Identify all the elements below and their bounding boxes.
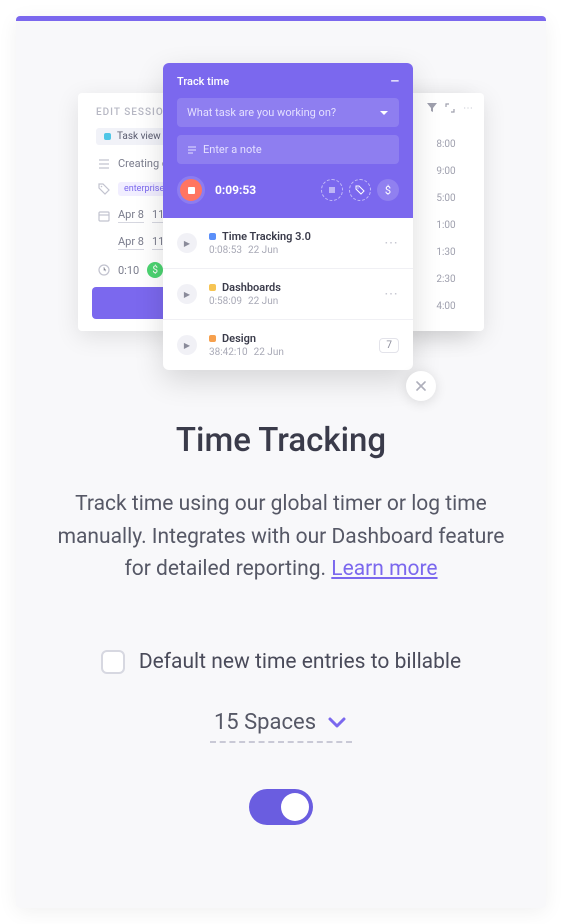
list-circle-icon[interactable]: [321, 179, 343, 201]
chevron-down-icon: [379, 108, 389, 118]
time-entry[interactable]: ▶ Dashboards 0:58:09 22 Jun ⋯: [163, 269, 413, 320]
time-slot: 1:30: [408, 239, 484, 266]
time-column: ⋯ 8:00 9:00 5:00 1:00 1:30 2:30 4:00: [408, 93, 484, 331]
task-pill-label: Task view: [117, 131, 161, 142]
expand-icon[interactable]: [445, 103, 455, 114]
task-pill[interactable]: Task view: [96, 128, 169, 145]
entry-more-icon[interactable]: ⋯: [384, 235, 399, 251]
entry-date: 22 Jun: [254, 347, 284, 358]
elapsed-time: 0:09:53: [215, 183, 256, 197]
calendar-icon: [96, 210, 112, 222]
date-1[interactable]: Apr 8: [118, 208, 144, 223]
time-entry[interactable]: ▶ Design 38:42:10 22 Jun 7: [163, 320, 413, 370]
enable-toggle[interactable]: [249, 789, 313, 825]
time-slot: 8:00: [408, 131, 484, 158]
note-placeholder: Enter a note: [203, 143, 262, 156]
play-icon[interactable]: ▶: [177, 335, 197, 355]
page-description: Track time using our global timer or log…: [48, 488, 514, 586]
time-slot: 9:00: [408, 158, 484, 185]
play-icon[interactable]: ▶: [177, 284, 197, 304]
note-icon: [187, 145, 197, 155]
dollar-icon[interactable]: $: [147, 262, 163, 278]
note-input[interactable]: Enter a note: [177, 135, 399, 164]
entry-date: 22 Jun: [248, 245, 278, 256]
billable-checkbox[interactable]: [101, 650, 125, 674]
tag-circle-icon[interactable]: [349, 179, 371, 201]
dollar-circle-icon[interactable]: $: [377, 179, 399, 201]
filter-icon[interactable]: [427, 103, 437, 114]
duration-label: 0:10: [118, 264, 139, 277]
entry-count: 7: [379, 338, 399, 353]
entry-name: Time Tracking 3.0: [222, 230, 311, 243]
clock-icon: [96, 264, 112, 276]
spaces-label: 15 Spaces: [214, 710, 316, 735]
stop-button[interactable]: [177, 176, 205, 204]
learn-more-link[interactable]: Learn more: [331, 557, 437, 581]
spaces-selector[interactable]: 15 Spaces: [210, 710, 352, 743]
timer-panel: Track time — What task are you working o…: [163, 63, 413, 370]
list-icon: [96, 158, 112, 170]
time-slot: 4:00: [408, 293, 484, 320]
entry-name: Design: [222, 332, 256, 345]
more-icon[interactable]: ⋯: [463, 103, 474, 114]
time-entry[interactable]: ▶ Time Tracking 3.0 0:08:53 22 Jun ⋯: [163, 218, 413, 269]
page-title: Time Tracking: [48, 421, 514, 460]
entry-dur: 0:08:53: [209, 245, 242, 256]
entry-more-icon[interactable]: ⋯: [384, 286, 399, 302]
chevron-down-icon: [326, 711, 348, 733]
date-2[interactable]: Apr 8: [118, 235, 144, 250]
entry-dur: 0:58:09: [209, 296, 242, 307]
close-button[interactable]: [406, 371, 436, 401]
time-slot: 2:30: [408, 266, 484, 293]
minimize-icon[interactable]: —: [391, 75, 399, 88]
tag-icon: [96, 183, 112, 195]
entry-date: 22 Jun: [248, 296, 278, 307]
billable-label: Default new time entries to billable: [139, 650, 461, 674]
time-slot: 1:00: [408, 212, 484, 239]
entry-dur: 38:42:10: [209, 347, 248, 358]
timer-title: Track time: [177, 75, 229, 88]
task-placeholder: What task are you working on?: [187, 106, 336, 119]
task-select[interactable]: What task are you working on?: [177, 98, 399, 127]
entry-name: Dashboards: [222, 281, 281, 294]
play-icon[interactable]: ▶: [177, 233, 197, 253]
time-slot: 5:00: [408, 185, 484, 212]
